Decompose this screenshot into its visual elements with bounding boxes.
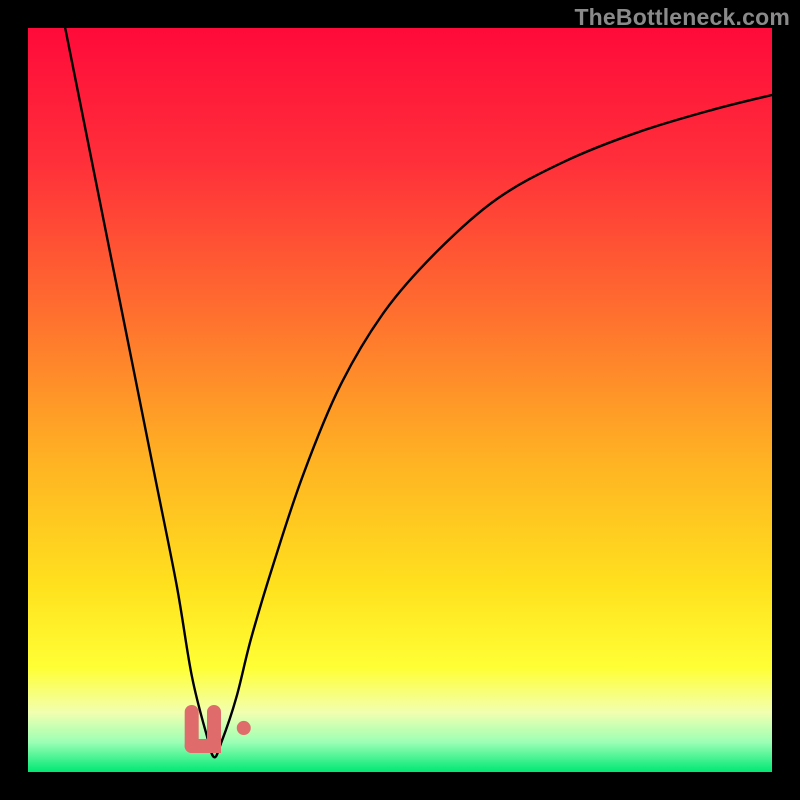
watermark-text: TheBottleneck.com: [574, 4, 790, 31]
chart-frame: TheBottleneck.com: [0, 0, 800, 800]
bottleneck-curve: [28, 28, 772, 772]
plot-area: [28, 28, 772, 772]
